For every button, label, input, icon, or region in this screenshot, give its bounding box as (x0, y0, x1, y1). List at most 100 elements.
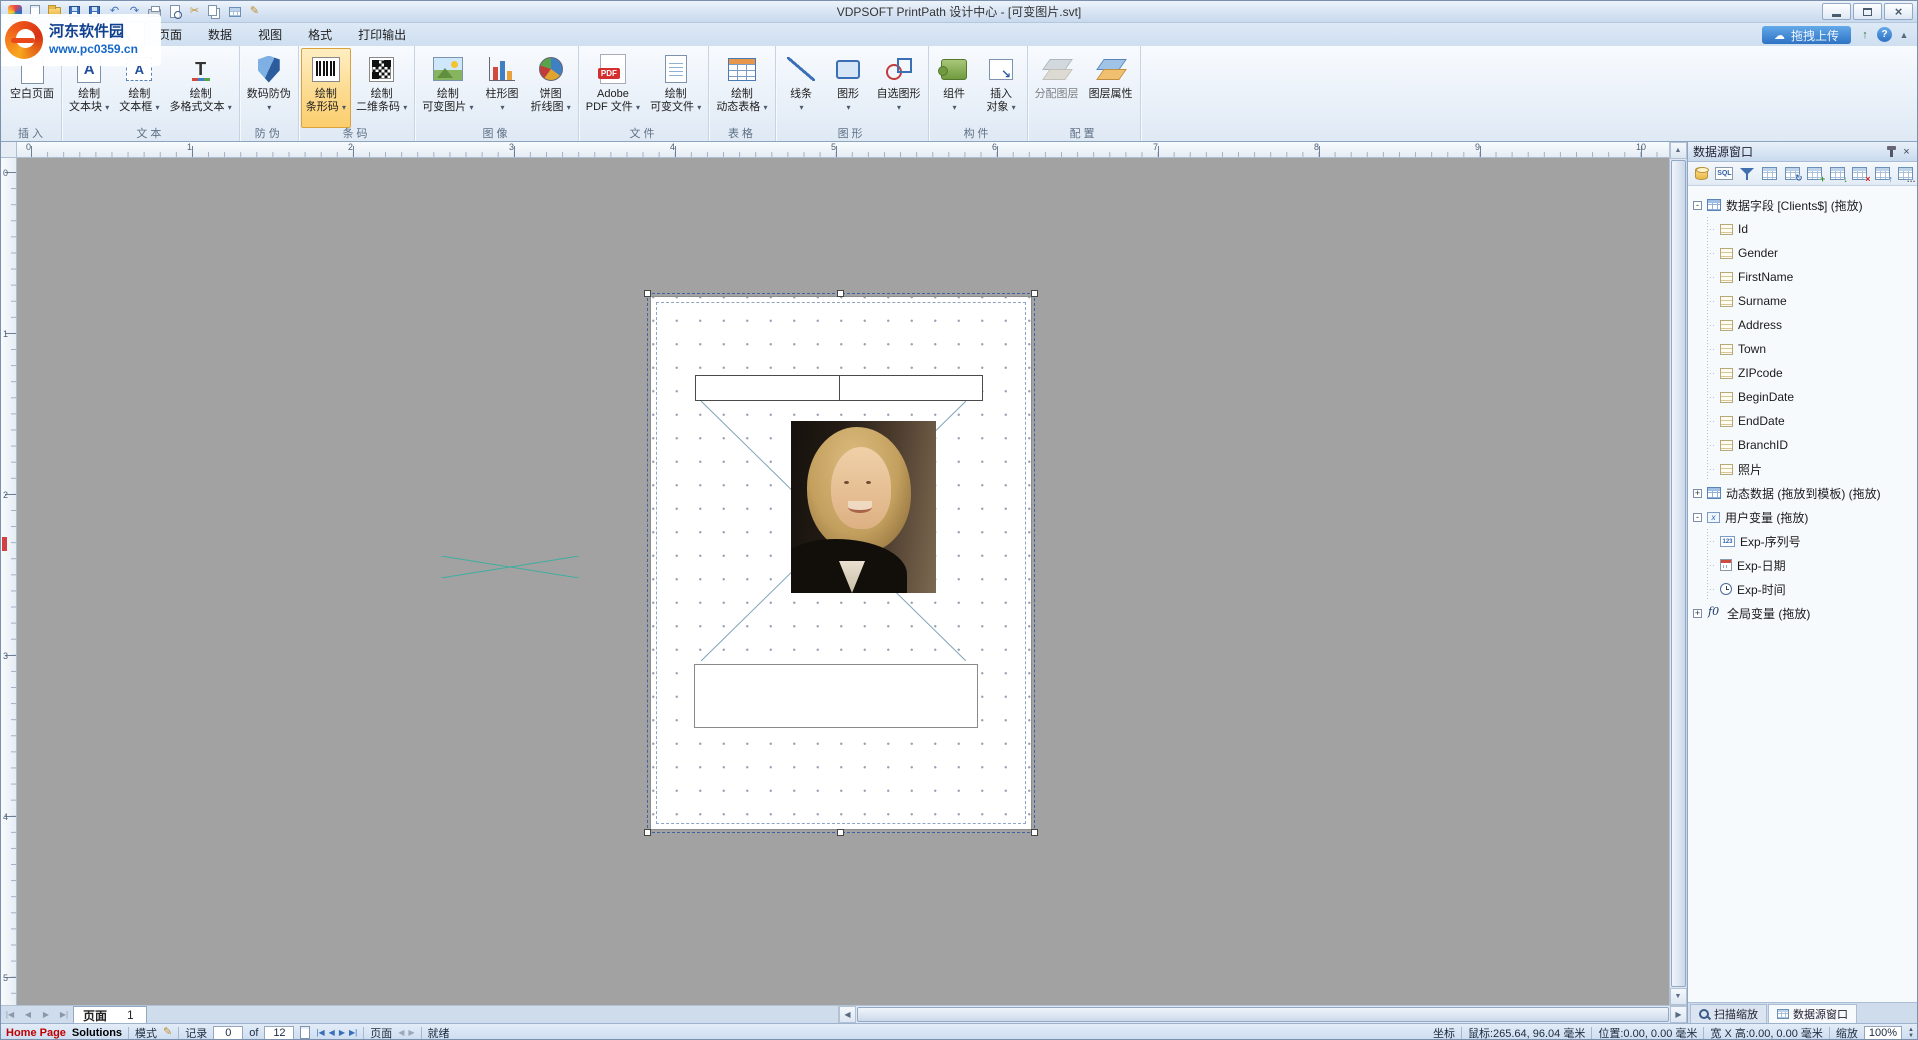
scroll-down-button[interactable]: ▼ (1670, 988, 1687, 1005)
export-data-button[interactable] (1873, 164, 1893, 184)
ribbon-button-2-3[interactable]: 绘制多格式文本 ▾ (165, 48, 237, 128)
ribbon-button-8-1[interactable]: 线条▾ (778, 48, 825, 128)
next-record-button[interactable]: ▶ (339, 1028, 345, 1037)
tree-item-Gender[interactable]: Gender (1693, 241, 1918, 265)
tree-item-ZIPcode[interactable]: ZIPcode (1693, 361, 1918, 385)
ribbon-button-5-3[interactable]: 饼图折线图 ▾ (526, 48, 576, 128)
tree-node-4[interactable]: +全局变量 (拖放) (1693, 601, 1918, 625)
delete-record-button[interactable] (1850, 164, 1870, 184)
last-page-tab-button[interactable]: ▶| (55, 1007, 73, 1023)
selection-handle[interactable] (837, 829, 844, 836)
append-record-button[interactable] (1805, 164, 1825, 184)
first-page-tab-button[interactable]: |◀ (1, 1007, 19, 1023)
ribbon-tab-5[interactable]: 视图 (245, 22, 295, 46)
ribbon-button-10-1[interactable]: 分配图层 (1030, 48, 1084, 128)
selection-handle[interactable] (837, 290, 844, 297)
vertical-scroll-thumb[interactable] (1671, 160, 1686, 987)
import-data-button[interactable] (1828, 164, 1848, 184)
scroll-up-button[interactable]: ▲ (1670, 142, 1687, 159)
ribbon-button-10-2[interactable]: 图层属性 (1084, 48, 1138, 128)
tree-item-Surname[interactable]: Surname (1693, 289, 1918, 313)
refresh-button[interactable] (1782, 164, 1802, 184)
help-icon[interactable]: ? (1877, 27, 1892, 42)
ribbon-button-4-2[interactable]: 绘制二维条码 ▾ (351, 48, 412, 128)
zoom-stepper[interactable]: ▲▼ (1908, 1027, 1914, 1039)
tree-item-Address[interactable]: Address (1693, 313, 1918, 337)
cut-button[interactable]: ✂ (185, 3, 204, 21)
ribbon-button-6-1[interactable]: AdobePDF 文件 ▾ (581, 48, 645, 128)
zoom-value[interactable]: 100% (1864, 1026, 1902, 1040)
browse-data-button[interactable] (1895, 164, 1915, 184)
insert-table-button[interactable] (225, 3, 244, 21)
fields-button[interactable] (1760, 164, 1780, 184)
empty-placeholder-lines[interactable] (441, 556, 579, 578)
close-panel-icon[interactable]: × (1899, 145, 1914, 159)
upload-button[interactable]: ☁ 拖拽上传 (1762, 26, 1851, 44)
print-preview-button[interactable] (165, 3, 184, 21)
scroll-left-button[interactable]: ◀ (839, 1006, 856, 1023)
prev-page-tab-button[interactable]: ◀ (19, 1007, 37, 1023)
prev-record-button[interactable]: ◀ (329, 1028, 335, 1037)
horizontal-scrollbar[interactable]: ◀ ▶ (838, 1006, 1687, 1023)
expander-icon[interactable]: - (1693, 201, 1702, 210)
ribbon-button-4-1[interactable]: 绘制条形码 ▾ (301, 48, 351, 128)
ribbon-button-5-2[interactable]: 柱形图▾ (479, 48, 526, 128)
ribbon-button-5-1[interactable]: 绘制可变图片 ▾ (417, 48, 478, 128)
tree-item-Exp-序列号[interactable]: Exp-序列号 (1693, 529, 1918, 553)
ribbon-button-9-2[interactable]: 插入对象 ▾ (978, 48, 1025, 128)
tree-item-照片[interactable]: 照片 (1693, 457, 1918, 481)
prev-page-button[interactable]: ◀ (398, 1028, 404, 1037)
selection-handle[interactable] (1031, 829, 1038, 836)
design-page[interactable] (651, 297, 1031, 829)
last-record-button[interactable]: ▶| (349, 1028, 357, 1037)
ribbon-button-7-1[interactable]: 绘制动态表格 ▾ (711, 48, 772, 128)
selection-handle[interactable] (644, 829, 651, 836)
tree-node-3[interactable]: -用户变量 (拖放) (1693, 505, 1918, 529)
ribbon-tab-4[interactable]: 数据 (195, 22, 245, 46)
ribbon-button-8-3[interactable]: 自选图形▾ (872, 48, 926, 128)
expander-icon[interactable]: + (1693, 609, 1702, 618)
pin-icon[interactable] (1884, 145, 1899, 159)
tree-node-2[interactable]: +动态数据 (拖放到模板) (拖放) (1693, 481, 1918, 505)
selection-handle[interactable] (1031, 290, 1038, 297)
maximize-button[interactable] (1853, 3, 1882, 20)
tree-item-Exp-时间[interactable]: Exp-时间 (1693, 577, 1918, 601)
edit-pencil-icon[interactable]: ✎ (163, 1027, 172, 1038)
header-table[interactable] (695, 375, 983, 401)
tree-item-Exp-日期[interactable]: Exp-日期 (1693, 553, 1918, 577)
record-current-field[interactable]: 0 (213, 1026, 243, 1040)
copy-button[interactable] (205, 3, 224, 21)
ribbon-button-9-1[interactable]: 组件▾ (931, 48, 978, 128)
ribbon-button-8-2[interactable]: 图形▾ (825, 48, 872, 128)
ribbon-tab-6[interactable]: 格式 (295, 22, 345, 46)
tree-item-BeginDate[interactable]: BeginDate (1693, 385, 1918, 409)
database-button[interactable] (1692, 164, 1712, 184)
tree-item-BranchID[interactable]: BranchID (1693, 433, 1918, 457)
tree-node-1[interactable]: -数据字段 [Clients$] (拖放) (1693, 193, 1918, 217)
sql-button[interactable] (1715, 164, 1735, 184)
ribbon-button-3-1[interactable]: 数码防伪▾ (242, 48, 296, 128)
first-record-button[interactable]: |◀ (316, 1028, 324, 1037)
solutions-link[interactable]: Solutions (72, 1027, 122, 1039)
tree-item-Town[interactable]: Town (1693, 337, 1918, 361)
filter-button[interactable] (1737, 164, 1757, 184)
ribbon-button-6-2[interactable]: 绘制可变文件 ▾ (645, 48, 706, 128)
vertical-scrollbar[interactable]: ▲ ▼ (1669, 142, 1686, 1005)
edit-pencil-button[interactable]: ✎ (245, 3, 264, 21)
close-button[interactable]: × (1884, 3, 1913, 20)
collapse-ribbon-icon[interactable]: ▲ (1895, 26, 1913, 43)
expander-icon[interactable]: - (1693, 513, 1702, 522)
home-page-link[interactable]: Home Page (6, 1027, 66, 1039)
scroll-right-button[interactable]: ▶ (1670, 1006, 1687, 1023)
minimize-button[interactable] (1822, 3, 1851, 20)
panel-tab-2[interactable]: 数据源窗口 (1768, 1004, 1857, 1023)
selection-handle[interactable] (644, 290, 651, 297)
panel-tab-1[interactable]: 扫描缩放 (1690, 1004, 1767, 1023)
ribbon-tab-7[interactable]: 打印输出 (345, 22, 419, 46)
horizontal-scroll-thumb[interactable] (857, 1007, 1669, 1022)
page-tab[interactable]: 页面 1 (73, 1006, 147, 1023)
tree-item-EndDate[interactable]: EndDate (1693, 409, 1918, 433)
next-page-button[interactable]: ▶ (408, 1028, 414, 1037)
text-box[interactable] (694, 664, 978, 728)
sync-icon[interactable]: ↑ (1856, 26, 1874, 43)
